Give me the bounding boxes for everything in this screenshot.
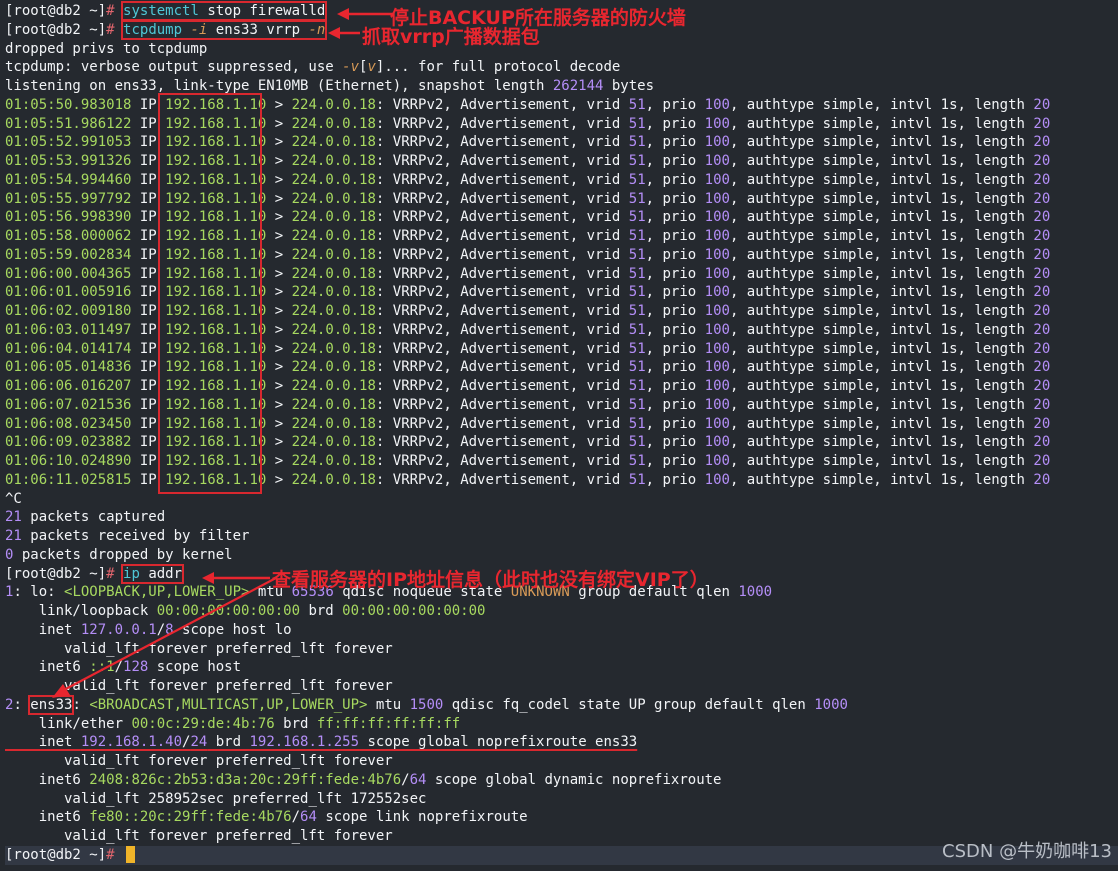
prompt: [root@db2 ~] [5, 21, 107, 38]
iface-ens33-inet6: inet6 2408:826c:2b53:d3a:20c:29ff:fede:4… [5, 771, 722, 788]
output-dropped: 0 packets dropped by kernel [5, 546, 233, 563]
annotation-arrow-4 [52, 577, 277, 698]
prompt-symbol: # [106, 3, 115, 19]
watermark: CSDN @牛奶咖啡13 [942, 841, 1112, 862]
iface-ens33-link: link/ether 00:0c:29:de:4b:76 brd ff:ff:f… [5, 715, 461, 732]
source-ip-highlight-box [158, 93, 262, 494]
iface-ens33-valid: valid_lft forever preferred_lft forever [5, 753, 393, 769]
iface-ens33-inet6-link: inet6 fe80::20c:29ff:fede:4b76/64 scope … [5, 809, 528, 826]
output-verbose-note: tcpdump: verbose output suppressed, use … [5, 59, 621, 76]
prompt-symbol: # [106, 21, 115, 38]
text-cursor [126, 846, 136, 864]
prompt: [root@db2 ~] [5, 3, 107, 19]
iface-ens33-valid2: valid_lft 258952sec preferred_lft 172552… [5, 790, 427, 807]
command-tcpdump: tcpdump -i ens33 vrrp -n [121, 19, 328, 40]
prompt: [root@db2 ~] [5, 846, 107, 863]
output-captured: 21 packets captured [5, 509, 166, 526]
output-dropped-privs: dropped privs to tcpdump [5, 40, 208, 57]
annotation-capture-vrrp: 抓取vrrp广播数据包 [362, 26, 540, 48]
prompt-symbol: # [106, 846, 115, 863]
command-stop-firewall: systemctl stop firewalld [121, 1, 328, 21]
annotation-arrow-1 [337, 8, 393, 20]
annotation-ip-info: 查看服务器的IP地址信息（此时也没有绑定VIP了） [272, 569, 709, 591]
iface-ens33-inet: inet 192.168.1.40/24 brd 192.168.1.255 s… [5, 734, 638, 751]
annotation-arrow-2 [328, 27, 360, 39]
output-received: 21 packets received by filter [5, 528, 250, 544]
